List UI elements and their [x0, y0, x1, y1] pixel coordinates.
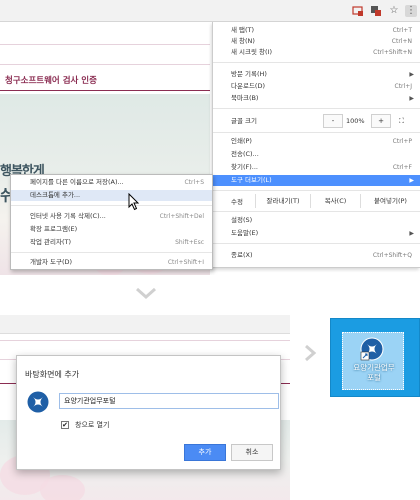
- page-divider: [0, 64, 210, 65]
- menu-item-new-tab[interactable]: 새 탭(T) Ctrl+T: [213, 25, 420, 36]
- shortcut-label: 요양기관업무 포털: [341, 363, 407, 383]
- chrome-main-menu: 새 탭(T) Ctrl+T 새 창(N) Ctrl+N 새 시크릿 창(I) Ctrl…: [212, 22, 420, 268]
- translate-icon[interactable]: [370, 5, 382, 17]
- menu-separator: [11, 252, 212, 253]
- menu-item-help[interactable]: 도움말(E) ▶: [213, 228, 420, 239]
- menu-item-downloads[interactable]: 다운로드(D) Ctrl+J: [213, 81, 420, 92]
- edit-paste-button[interactable]: 붙여넣기(P): [360, 194, 420, 208]
- certification-heading: 청구소프트웨어 검사 인증: [5, 76, 97, 86]
- menu-item-print[interactable]: 인쇄(P) Ctrl+P: [213, 136, 420, 147]
- submenu-arrow-icon: ▶: [409, 177, 414, 184]
- submenu-arrow-icon: ▶: [409, 71, 414, 78]
- zoom-level: 100%: [346, 117, 365, 125]
- menu-separator: [213, 108, 420, 109]
- menu-item-incognito[interactable]: 새 시크릿 창(I) Ctrl+Shift+N: [213, 47, 420, 58]
- page-divider: [0, 340, 290, 341]
- submenu-item-extensions[interactable]: 확장 프로그램(E): [11, 224, 212, 235]
- menu-separator: [213, 132, 420, 133]
- menu-separator: [213, 211, 420, 212]
- browser-toolbar: ☆ ⋮: [0, 0, 420, 22]
- fullscreen-icon[interactable]: ⛶: [399, 116, 404, 127]
- menu-item-find[interactable]: 찾기(F)... Ctrl+F: [213, 162, 420, 173]
- submenu-item-save-page[interactable]: 페이지를 다른 이름으로 저장(A)... Ctrl+S: [11, 177, 212, 188]
- more-tools-submenu: 페이지를 다른 이름으로 저장(A)... Ctrl+S 데스크톱에 추가... …: [10, 174, 213, 270]
- site-logo-icon: [27, 391, 49, 413]
- submenu-arrow-icon: ▶: [409, 95, 414, 102]
- page-accent-line: [0, 90, 210, 91]
- menu-separator: [213, 190, 420, 191]
- add-button[interactable]: 추가: [184, 444, 226, 461]
- menu-item-history[interactable]: 방문 기록(H) ▶: [213, 69, 420, 80]
- shortcut-label-line2: 포털: [367, 373, 381, 382]
- desktop-area: 요양기관업무 포털: [330, 318, 420, 397]
- browser-window-top: ☆ ⋮ 청구소프트웨어 검사 인증 행복한게 쉬 새 탭(T) Ctrl+T 새 …: [0, 0, 420, 275]
- submenu-item-clear-history[interactable]: 인터넷 사용 기록 삭제(C)... Ctrl+Shift+Del: [11, 211, 212, 222]
- menu-item-cast[interactable]: 전송(C)...: [213, 149, 420, 160]
- menu-separator: [213, 62, 420, 63]
- edit-copy-button[interactable]: 복사(C): [310, 194, 360, 208]
- chrome-menu-icon[interactable]: ⋮: [405, 5, 417, 17]
- chevron-right-icon: [305, 344, 317, 362]
- page-divider: [0, 44, 210, 45]
- cast-icon[interactable]: [352, 5, 364, 17]
- menu-item-exit[interactable]: 종료(X) Ctrl+Shift+Q: [213, 250, 420, 261]
- add-to-desktop-dialog: 바탕화면에 추가 ✔ 창으로 열기 추가 취소: [16, 355, 281, 470]
- browser-toolbar: [0, 315, 290, 334]
- dialog-title: 바탕화면에 추가: [25, 370, 80, 379]
- site-logo-icon: [360, 337, 384, 361]
- menu-separator: [213, 243, 420, 244]
- shortcut-name-input[interactable]: [59, 393, 279, 409]
- submenu-item-dev-tools[interactable]: 개발자 도구(D) Ctrl+Shift+I: [11, 257, 212, 268]
- menu-item-more-tools[interactable]: 도구 더보기(L) ▶: [213, 175, 420, 186]
- zoom-in-button[interactable]: +: [371, 114, 391, 128]
- cancel-button[interactable]: 취소: [231, 444, 273, 461]
- desktop-shortcut[interactable]: 요양기관업무 포털: [342, 332, 404, 390]
- menu-item-bookmarks[interactable]: 북마크(B) ▶: [213, 93, 420, 104]
- menu-edit-row: 수정 잘라내기(T) 복사(C) 붙여넣기(P): [213, 194, 420, 208]
- menu-item-new-window[interactable]: 새 창(N) Ctrl+N: [213, 36, 420, 47]
- chevron-down-icon: [136, 287, 156, 300]
- submenu-item-add-to-desktop[interactable]: 데스크톱에 추가...: [11, 190, 212, 201]
- menu-separator: [11, 205, 212, 206]
- menu-zoom-row: 글꼴 크기 - 100% + ⛶: [213, 114, 420, 128]
- zoom-out-button[interactable]: -: [323, 114, 343, 128]
- mouse-cursor-icon: [128, 193, 140, 211]
- submenu-arrow-icon: ▶: [409, 230, 414, 237]
- bookmark-star-icon[interactable]: ☆: [388, 5, 400, 17]
- edit-cut-button[interactable]: 잘라내기(T): [255, 194, 310, 208]
- submenu-item-task-manager[interactable]: 작업 관리자(T) Shift+Esc: [11, 237, 212, 248]
- open-as-window-checkbox[interactable]: ✔: [61, 421, 69, 429]
- menu-item-settings[interactable]: 설정(S): [213, 215, 420, 226]
- open-as-window-label: 창으로 열기: [75, 421, 110, 429]
- shortcut-label-line1: 요양기관업무: [353, 363, 395, 372]
